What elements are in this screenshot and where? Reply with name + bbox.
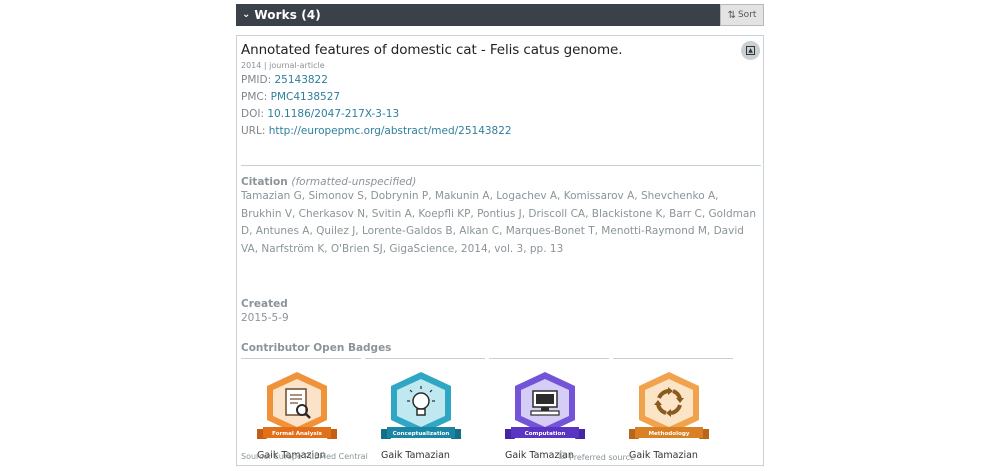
check-icon: ☑ — [558, 452, 567, 462]
works-title: Works (4) — [254, 8, 321, 22]
badge-ribbon-label: Computation — [525, 431, 566, 437]
badge-computation[interactable]: Computation Gaik Tamazian — [489, 368, 609, 461]
badge-divider — [613, 358, 733, 359]
identifier-label: PMID: — [241, 74, 272, 86]
works-toggle[interactable]: ⌄ Works (4) — [236, 4, 321, 26]
sort-label: Sort — [737, 10, 757, 20]
sort-button[interactable]: ⇅ Sort — [720, 4, 764, 26]
badge-formal-analysis[interactable]: Formal Analysis Gaik Tamazian — [241, 368, 361, 461]
identifier-pmid: PMID: 25143822 — [241, 74, 761, 87]
citation-qualifier: (formatted-unspecified) — [291, 176, 417, 188]
works-header: ⌄ Works (4) ⇅ Sort — [236, 4, 764, 26]
badge-ribbon-label: Formal Analysis — [272, 431, 323, 437]
citation-heading-label: Citation — [241, 176, 288, 188]
document-magnifier-icon: Formal Analysis — [257, 372, 337, 439]
badge-divider — [241, 358, 361, 359]
identifier-label: PMC: — [241, 91, 268, 103]
citation-heading: Citation (formatted-unspecified) — [241, 176, 761, 188]
identifier-url: URL: http://europepmc.org/abstract/med/2… — [241, 125, 761, 138]
badge-methodology[interactable]: Methodology Gaik Tamazian — [613, 368, 733, 461]
work-meta: 2014 | journal-article — [241, 61, 325, 70]
citation-text: Tamazian G, Simonov S, Dobrynin P, Makun… — [241, 190, 756, 255]
created-date: 2015-5-9 — [241, 312, 289, 324]
identifier-label: URL: — [241, 125, 266, 137]
section-divider — [241, 165, 761, 166]
badges-heading: Contributor Open Badges — [241, 342, 392, 354]
source-text: Source: Europe PubMed Central — [241, 452, 368, 461]
work-card: ▲ Annotated features of domestic cat - F… — [236, 35, 764, 466]
identifier-link-url[interactable]: http://europepmc.org/abstract/med/251438… — [269, 125, 512, 137]
badge-dividers — [241, 358, 761, 359]
badge-ribbon-label: Methodology — [648, 431, 689, 437]
chevron-down-icon: ⌄ — [242, 9, 251, 20]
preferred-label: Preferred source — [569, 452, 635, 462]
created-section: Created 2015-5-9 — [241, 298, 761, 328]
computer-icon: Computation — [505, 372, 585, 439]
work-footer: Source: Europe PubMed Central ☑ Preferre… — [241, 452, 761, 464]
lightbulb-icon: Conceptualization — [381, 372, 461, 439]
identifier-doi: DOI: 10.1186/2047-217X-3-13 — [241, 108, 761, 121]
work-title: Annotated features of domestic cat - Fel… — [241, 42, 623, 58]
identifier-link-pmc[interactable]: PMC4138527 — [271, 91, 341, 103]
badge-divider — [365, 358, 485, 359]
created-heading: Created — [241, 298, 288, 310]
preferred-source[interactable]: ☑ Preferred source — [558, 452, 635, 462]
badge-divider — [489, 358, 609, 359]
badge-ribbon-label: Conceptualization — [393, 431, 450, 437]
identifier-pmc: PMC: PMC4138527 — [241, 91, 761, 104]
sort-arrows-icon: ⇅ — [727, 9, 736, 21]
cycle-arrows-icon: Methodology — [629, 372, 709, 439]
citation-section: Citation (formatted-unspecified) Tamazia… — [241, 176, 761, 258]
badge-conceptualization[interactable]: Conceptualization Gaik Tamazian — [365, 368, 485, 461]
identifier-link-doi[interactable]: 10.1186/2047-217X-3-13 — [267, 108, 399, 120]
works-panel: ⌄ Works (4) ⇅ Sort ▲ Annotated features … — [236, 4, 764, 466]
identifier-link-pmid[interactable]: 25143822 — [274, 74, 327, 86]
identifier-label: DOI: — [241, 108, 264, 120]
